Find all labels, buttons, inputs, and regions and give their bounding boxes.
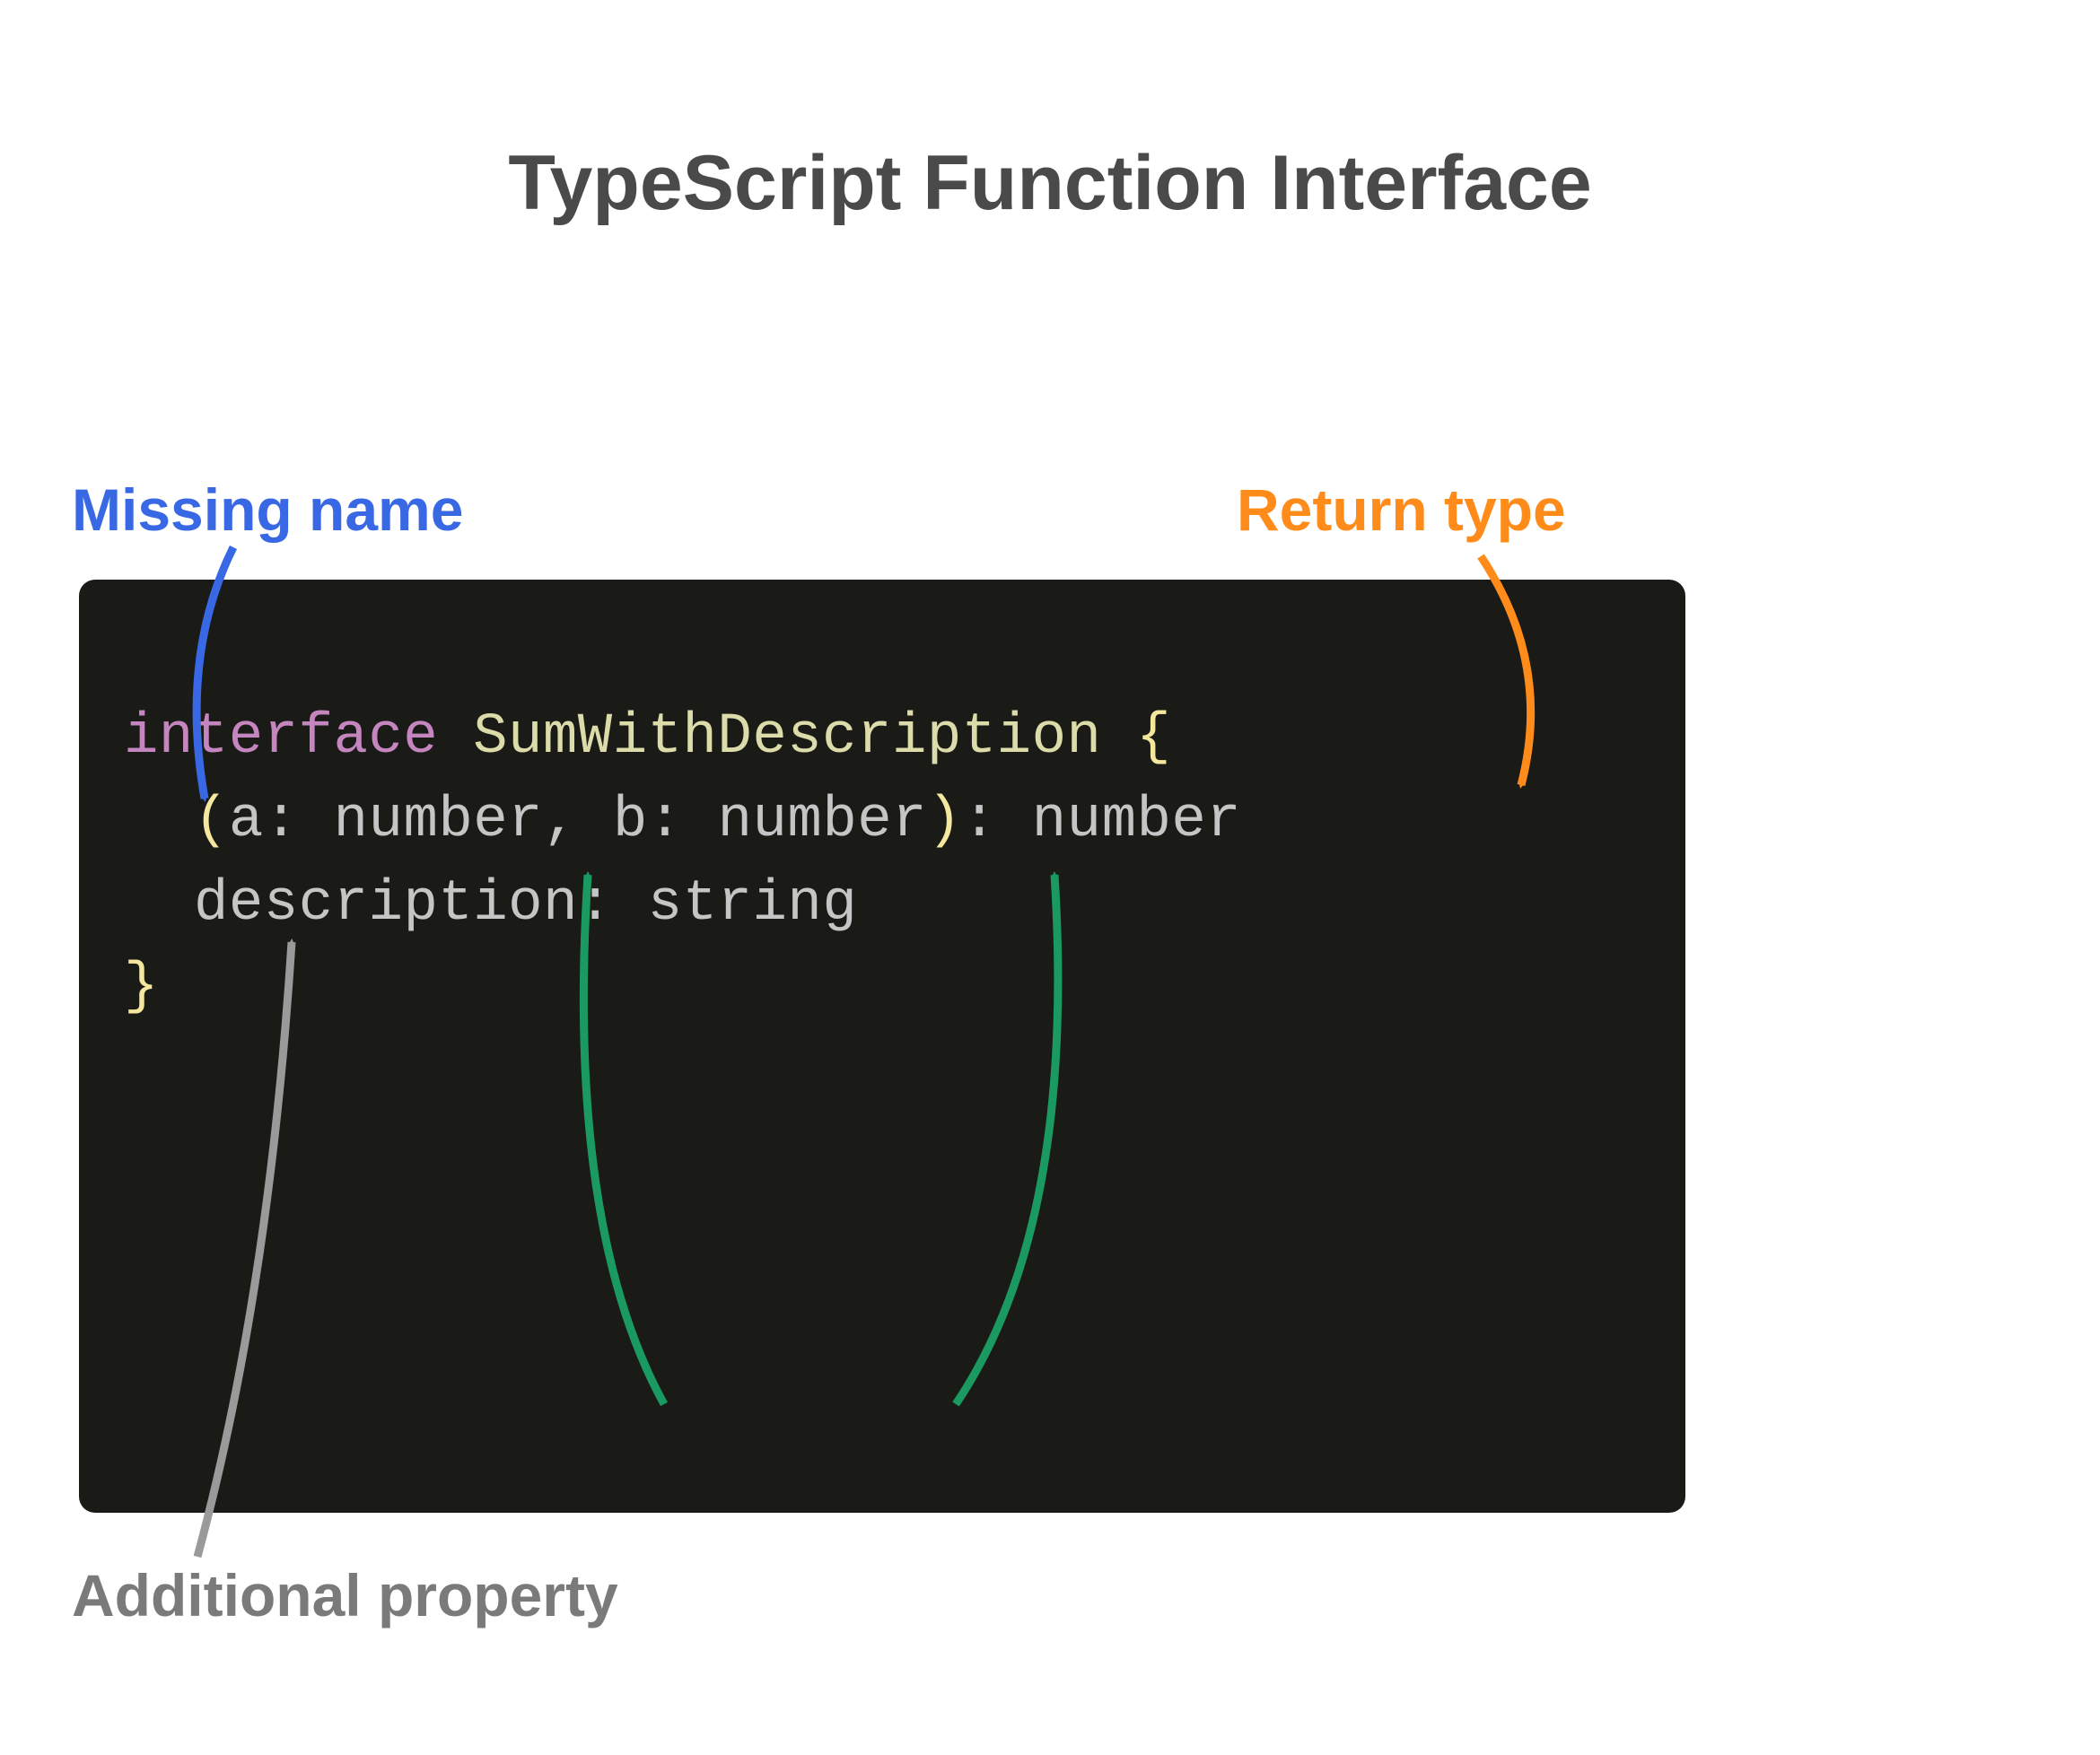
diagram-title: TypeScript Function Interface <box>508 139 1591 228</box>
param-b-type: number <box>718 789 927 853</box>
call-sig-open: ( <box>194 789 229 853</box>
type-name: SumWithDescription <box>473 705 1101 770</box>
keyword-interface: interface <box>124 705 438 770</box>
open-brace: { <box>1136 705 1171 770</box>
code-line-1: interface SumWithDescription { <box>124 696 1641 780</box>
prop-name: description <box>194 872 578 937</box>
code-line-4: } <box>124 946 1641 1029</box>
return-type: number <box>1032 789 1241 853</box>
prop-type: string <box>648 872 857 937</box>
code-line-3: description: string <box>124 863 1641 947</box>
code-block: interface SumWithDescription { (a: numbe… <box>79 580 1685 1513</box>
label-additional-property: Additional property <box>72 1561 618 1629</box>
param-a-type: number <box>334 789 543 853</box>
param-a: a <box>229 789 264 853</box>
label-return-type: Return type <box>1237 476 1566 544</box>
param-b: b <box>613 789 648 853</box>
code-line-2: (a: number, b: number): number <box>124 780 1641 863</box>
label-missing-name: Missing name <box>72 476 463 544</box>
call-sig-close: ) <box>927 789 962 853</box>
close-brace: } <box>124 955 159 1019</box>
